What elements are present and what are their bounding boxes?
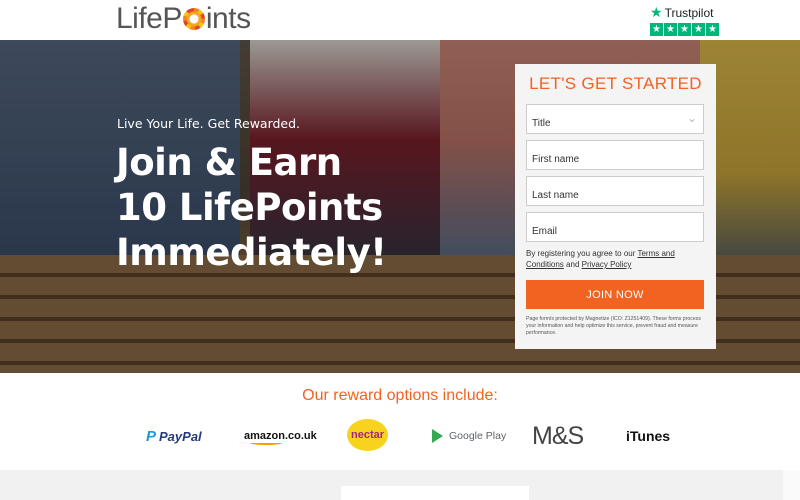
- last-name-field[interactable]: Last name: [526, 176, 704, 206]
- title-select-placeholder: Title: [532, 118, 551, 129]
- reward-logos: P PayPal amazon.co.uk nectar Google Play…: [0, 419, 800, 451]
- hero-tagline: Live Your Life. Get Rewarded.: [117, 116, 301, 131]
- headline-line-1: Join & Earn: [116, 141, 342, 184]
- join-now-button[interactable]: JOIN NOW: [526, 280, 704, 309]
- play-icon: [432, 429, 443, 443]
- logo-text-po: P: [162, 2, 182, 35]
- next-section: [0, 470, 783, 500]
- nectar-logo: nectar: [347, 419, 388, 451]
- first-name-field[interactable]: First name: [526, 140, 704, 170]
- ms-text: M&S: [532, 421, 584, 450]
- ms-logo: M&S: [532, 421, 584, 451]
- itunes-text: iTunes: [626, 428, 671, 444]
- fine-print: Page form/s protected by Magnetize (ICO:…: [526, 316, 701, 336]
- trustpilot-label: Trustpilot: [664, 5, 714, 20]
- nectar-text: nectar: [350, 429, 385, 441]
- star-icon: ★: [650, 4, 663, 20]
- amazon-logo: amazon.co.uk: [244, 421, 317, 451]
- headline-line-2: 10 LifePoints: [116, 186, 383, 229]
- privacy-link[interactable]: Privacy Policy: [582, 260, 632, 269]
- rewards-section: Our reward options include: P PayPal ama…: [0, 373, 800, 470]
- itunes-logo: iTunes: [625, 421, 670, 451]
- next-section-card: [341, 486, 529, 500]
- paypal-logo: P PayPal: [146, 421, 202, 451]
- paypal-text: PayPal: [159, 428, 202, 444]
- google-play-text: Google Play: [449, 430, 507, 442]
- sun-icon: [182, 8, 205, 30]
- hero-headline: Join & Earn 10 LifePoints Immediately!: [116, 140, 387, 275]
- terms-and: and: [566, 260, 580, 269]
- form-title: LET'S GET STARTED: [529, 74, 702, 93]
- star-icon: ★: [706, 23, 719, 36]
- last-name-placeholder: Last name: [532, 190, 579, 201]
- star-icon: ★: [650, 23, 663, 36]
- star-icon: ★: [664, 23, 677, 36]
- site-header: Life Pints ★ Trustpilot ★ ★ ★ ★ ★: [0, 0, 800, 40]
- email-placeholder: Email: [532, 226, 558, 237]
- star-icon: ★: [692, 23, 705, 36]
- paypal-icon: P: [146, 427, 157, 445]
- lifepoints-logo[interactable]: Life Pints: [116, 2, 251, 36]
- headline-line-3: Immediately!: [116, 231, 387, 274]
- trustpilot-badge[interactable]: ★ Trustpilot ★ ★ ★ ★ ★: [650, 4, 720, 36]
- amazon-smile-icon: [250, 441, 282, 445]
- first-name-placeholder: First name: [532, 154, 580, 165]
- rewards-heading: Our reward options include:: [302, 387, 498, 404]
- signup-form: LET'S GET STARTED Title ⌄ First name Las…: [515, 64, 716, 349]
- logo-text-right: ints: [205, 2, 251, 35]
- terms-prefix: By registering you agree to our: [526, 249, 636, 258]
- email-field[interactable]: Email: [526, 212, 704, 242]
- title-select[interactable]: Title ⌄: [526, 104, 704, 134]
- trustpilot-rating: ★ ★ ★ ★ ★: [650, 23, 720, 36]
- star-icon: ★: [678, 23, 691, 36]
- google-play-logo: Google Play: [432, 421, 506, 451]
- page-scrollbar[interactable]: [783, 470, 800, 500]
- chevron-down-icon: ⌄: [686, 111, 697, 125]
- terms-notice: By registering you agree to our Terms an…: [526, 248, 705, 270]
- logo-text-left: Life: [116, 2, 163, 35]
